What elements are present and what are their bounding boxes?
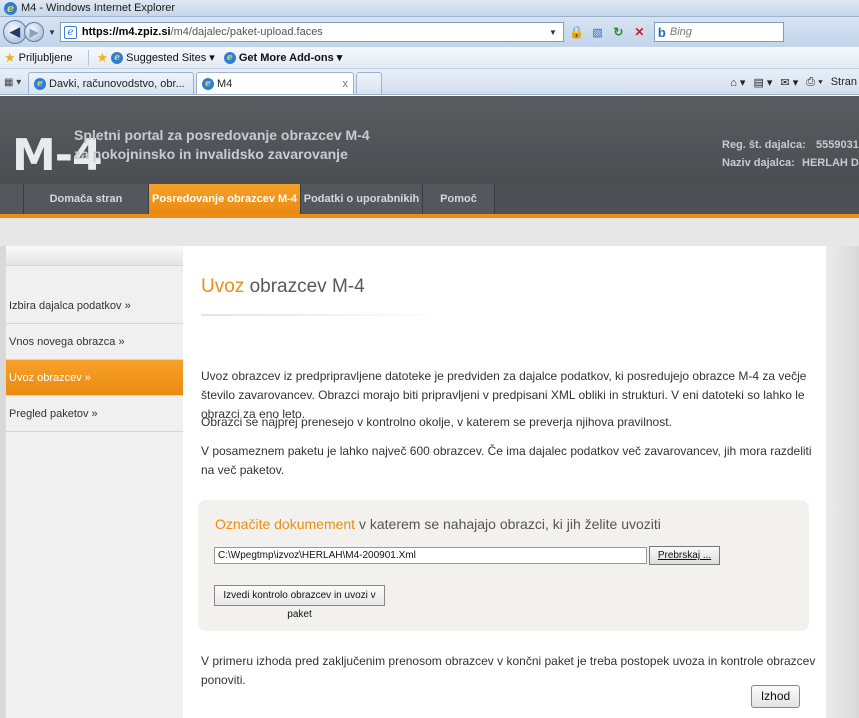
address-dropdown-icon[interactable]: ▼ (549, 28, 557, 37)
upload-title: Označite dokumement v katerem se nahajaj… (215, 516, 661, 532)
sidebar: Izbira dajalca podatkov » Vnos novega ob… (0, 246, 183, 718)
limit-paragraph: V posameznem paketu je lahko največ 600 … (201, 444, 812, 477)
page-title: Uvoz obrazcev M-4 (201, 276, 365, 298)
nav-spacer (0, 184, 24, 214)
upload-title-rest: v katerem se nahajajo obrazci, ki jih že… (355, 516, 661, 532)
title-divider (201, 314, 451, 316)
site-tagline: Spletni portal za posredovanje obrazcev … (74, 126, 370, 164)
browse-button[interactable]: Prebrskaj ... (649, 546, 720, 565)
history-dropdown-icon[interactable]: ▼ (48, 28, 56, 37)
quick-tabs-icon[interactable]: ▦ ▾ (4, 72, 28, 92)
address-row: ◀ ▶ ▼ e https://m4.zpiz.si/m4/dajalec/pa… (0, 17, 859, 47)
name-value: HERLAH D.O. (802, 157, 859, 169)
search-input[interactable]: b Bing (653, 22, 784, 42)
favorites-bar: ★ Priljubljene ★ e Suggested Sites ▾ e G… (0, 47, 859, 69)
lock-icon[interactable]: 🔒 (568, 24, 585, 41)
nav-users[interactable]: Podatki o uporabnikih (301, 184, 423, 214)
sidebar-item-package-review[interactable]: Pregled paketov » (6, 396, 183, 432)
forward-button[interactable]: ▶ (24, 22, 44, 42)
address-host: https://m4.zpiz.si (81, 26, 171, 38)
favorite-suggested-sites[interactable]: e Suggested Sites ▾ (111, 51, 215, 64)
tagline-line-2: za pokojninsko in invalidsko zavarovanje (74, 146, 348, 162)
print-icon[interactable]: ⎙ ▾ (806, 76, 822, 89)
forward-arrow-icon: ▶ (29, 26, 39, 39)
name-label: Naziv dajalca: (722, 157, 795, 169)
ie-logo-icon: e (4, 1, 17, 15)
refresh-icon[interactable]: ↻ (610, 24, 627, 41)
search-placeholder: Bing (669, 26, 692, 38)
page-menu[interactable]: Stran (831, 76, 857, 88)
stop-icon[interactable]: ✕ (631, 24, 648, 41)
control-paragraph: Obrazci se najprej prenesejo v kontrolno… (201, 415, 672, 429)
page-icon: e (63, 25, 77, 39)
mail-icon[interactable]: ✉ ▾ (780, 76, 798, 89)
tab-davki[interactable]: e Davki, računovodstvo, obr... (28, 72, 194, 94)
bing-icon: b (657, 24, 666, 40)
favorite-label: Get More Add-ons ▾ (238, 52, 343, 64)
exit-button[interactable]: Izhod (751, 685, 800, 708)
page-title-rest: obrazcev M-4 (244, 276, 365, 297)
ie-icon: e (111, 51, 124, 64)
add-favorite-icon[interactable]: ★ (96, 50, 108, 66)
favorites-separator (88, 49, 90, 66)
exit-note-paragraph: V primeru izhoda pred zaključenim prenos… (201, 654, 816, 687)
reg-value: 5559031793 (816, 139, 859, 151)
window-titlebar: e M4 - Windows Internet Explorer (0, 0, 859, 17)
main-content: Uvoz obrazcev M-4 Uvoz obrazcev iz predp… (183, 246, 859, 718)
sidebar-item-import-forms[interactable]: Uvoz obrazcev » (6, 360, 183, 396)
tagline-line-1: Spletni portal za posredovanje obrazcev … (74, 127, 370, 143)
favorite-label: Suggested Sites ▾ (126, 52, 215, 64)
nav-home[interactable]: Domača stran (24, 184, 149, 214)
favorites-star-icon: ★ (4, 49, 16, 65)
ie-icon: e (34, 77, 46, 90)
tab-row: ▦ ▾ e Davki, računovodstvo, obr... e M4 … (0, 69, 859, 95)
feeds-icon[interactable]: ▤ ▾ (753, 76, 772, 89)
sidebar-item-select-provider[interactable]: Izbira dajalca podatkov » (6, 288, 183, 324)
nav-help[interactable]: Pomoč (423, 184, 495, 214)
tab-close-icon[interactable]: x (343, 78, 349, 90)
provider-info: Reg. št. dajalca: 5559031793 Naziv dajalc… (722, 136, 859, 172)
content-right-shadow (826, 246, 859, 718)
nav-filler (495, 184, 859, 214)
tab-m4[interactable]: e M4 x (196, 72, 354, 94)
window-title: M4 - Windows Internet Explorer (21, 2, 176, 14)
nav-forms[interactable]: Posredovanje obrazcev M-4 (149, 184, 301, 214)
ie-icon: e (223, 51, 236, 64)
header-gap (0, 218, 859, 246)
address-bar[interactable]: e https://m4.zpiz.si/m4/dajalec/paket-up… (59, 22, 564, 42)
main-nav: Domača stran Posredovanje obrazcev M-4 P… (0, 184, 859, 214)
favorite-get-addons[interactable]: e Get More Add-ons ▾ (223, 51, 343, 64)
tab-label: M4 (217, 77, 233, 90)
address-path: /m4/dajalec/paket-upload.faces (170, 26, 323, 38)
new-tab-button[interactable] (356, 72, 382, 94)
favorites-button[interactable]: Priljubljene (19, 52, 73, 64)
import-button[interactable]: Izvedi kontrolo obrazcev in uvozi v pake… (214, 585, 385, 620)
sidebar-item-new-form[interactable]: Vnos novega obrazca » (6, 324, 183, 360)
file-path-input[interactable]: C:\Wpegtmp\izvoz\HERLAH\M4-200901.Xml (214, 547, 647, 564)
reg-label: Reg. št. dajalca: (722, 139, 806, 151)
compatibility-view-icon[interactable]: ▧ (589, 24, 606, 41)
page-title-accent: Uvoz (201, 276, 245, 297)
back-arrow-icon: ◀ (10, 24, 20, 39)
upload-panel: Označite dokumement v katerem se nahajaj… (198, 500, 809, 631)
sidebar-header-strip (6, 246, 183, 266)
site-header: M-4 Spletni portal za posredovanje obraz… (0, 96, 859, 246)
upload-title-accent: Označite dokumement (215, 516, 356, 532)
home-icon[interactable]: ⌂ ▾ (730, 76, 745, 89)
ie-icon: e (202, 77, 214, 90)
tab-label: Davki, računovodstvo, obr... (49, 77, 185, 90)
command-bar: ⌂ ▾ ▤ ▾ ✉ ▾ ⎙ ▾ Stran (730, 70, 859, 94)
